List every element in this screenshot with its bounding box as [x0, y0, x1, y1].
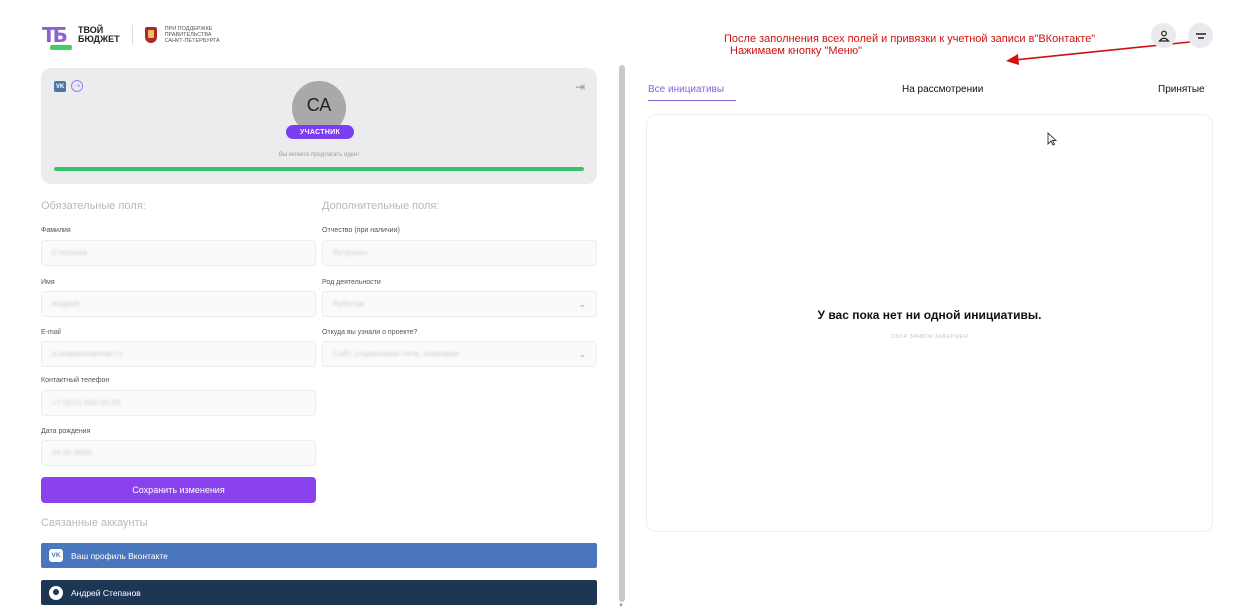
required-fields-title: Обязательные поля:: [41, 200, 146, 212]
user-icon[interactable]: [1151, 23, 1176, 48]
empty-state-subtitle: Сбор заявок завершен: [890, 334, 969, 340]
chevron-down-icon: ⌄: [578, 349, 586, 359]
menu-icon[interactable]: [1188, 23, 1213, 48]
support-line-3: санкт-петербурга: [164, 38, 220, 44]
scroll-down-icon[interactable]: ▼: [618, 603, 624, 609]
progress-fill: [54, 167, 584, 171]
profile-card: VK ⇢ ⇥ СА УЧАСТНИК Вы можете предлагать …: [41, 68, 597, 184]
user-account-icon: [49, 585, 63, 600]
occupation-label: Род деятельности: [322, 279, 381, 286]
surname-field[interactable]: Степанов: [41, 240, 316, 266]
occupation-value: Работаю: [333, 301, 365, 308]
logo-text: твой бюджет: [78, 26, 120, 44]
tab-accepted[interactable]: Принятые: [1158, 84, 1205, 95]
scrollbar[interactable]: [619, 65, 625, 602]
birthdate-label: Дата рождения: [41, 428, 91, 435]
source-label: Откуда вы узнали о проекте?: [322, 329, 418, 336]
status-text: Вы можете предлагать идеи!: [278, 152, 360, 158]
initiatives-panel: У вас пока нет ни одной инициативы. Сбор…: [646, 114, 1213, 532]
tab-under-review[interactable]: На рассмотрении: [902, 84, 983, 95]
email-field[interactable]: a.stepanov@mail.ru: [41, 341, 316, 367]
logout-icon[interactable]: ⇥: [575, 80, 585, 94]
patronymic-field[interactable]: Петрович: [322, 240, 597, 266]
email-value: a.stepanov@mail.ru: [52, 351, 124, 358]
coat-of-arms-icon: [144, 27, 157, 43]
tab-all-initiatives[interactable]: Все инициативы: [648, 84, 724, 95]
logo-mark-icon: ТБ: [42, 24, 74, 50]
vk-linked-icon: VK: [54, 81, 66, 92]
source-value: Сайт, социальные сети, знакомые: [333, 351, 460, 358]
government-support-text: при поддержке правительства санкт-петерб…: [165, 26, 220, 44]
name-value: Андрей: [52, 301, 80, 308]
active-tab-underline: [648, 100, 736, 101]
email-label: E-mail: [41, 329, 61, 336]
name-label: Имя: [41, 279, 55, 286]
occupation-select[interactable]: Работаю ⌄: [322, 291, 597, 317]
save-changes-button[interactable]: Сохранить изменения: [41, 477, 316, 503]
surname-label: Фамилия: [41, 227, 71, 234]
name-field[interactable]: Андрей: [41, 291, 316, 317]
birthdate-value: 00.00.0000: [52, 450, 93, 457]
patronymic-label: Отчество (при наличии): [322, 227, 400, 234]
vk-profile-label: Ваш профиль Вконтакте: [71, 550, 168, 561]
chevron-down-icon: ⌄: [578, 299, 586, 309]
logo-divider: [131, 25, 133, 45]
birthdate-field[interactable]: 00.00.0000: [41, 440, 316, 466]
role-badge: УЧАСТНИК: [286, 125, 354, 139]
profile-progress-bar: [54, 167, 584, 171]
mouse-cursor-icon: [1047, 132, 1057, 146]
linked-user-label: Андрей Степанов: [71, 587, 141, 598]
phone-value: +7 (911) 000-00-00: [52, 400, 121, 407]
logo[interactable]: ТБ твой бюджет при поддержке правительст…: [42, 24, 220, 50]
phone-label: Контактный телефон: [41, 377, 110, 384]
vk-profile-button[interactable]: VK Ваш профиль Вконтакте: [41, 543, 597, 568]
phone-field[interactable]: +7 (911) 000-00-00: [41, 390, 316, 416]
optional-fields-title: Дополнительные поля:: [322, 200, 440, 212]
patronymic-value: Петрович: [333, 250, 368, 257]
empty-state-title: У вас пока нет ни одной инициативы.: [817, 308, 1042, 322]
surname-value: Степанов: [52, 250, 88, 257]
linked-user-button[interactable]: Андрей Степанов: [41, 580, 597, 605]
link-account-icon[interactable]: ⇢: [71, 80, 83, 92]
linked-accounts-title: Связанные аккаунты: [41, 517, 148, 529]
logo-text-line-2: бюджет: [78, 34, 120, 44]
source-select[interactable]: Сайт, социальные сети, знакомые ⌄: [322, 341, 597, 367]
vk-icon: VK: [49, 549, 63, 562]
